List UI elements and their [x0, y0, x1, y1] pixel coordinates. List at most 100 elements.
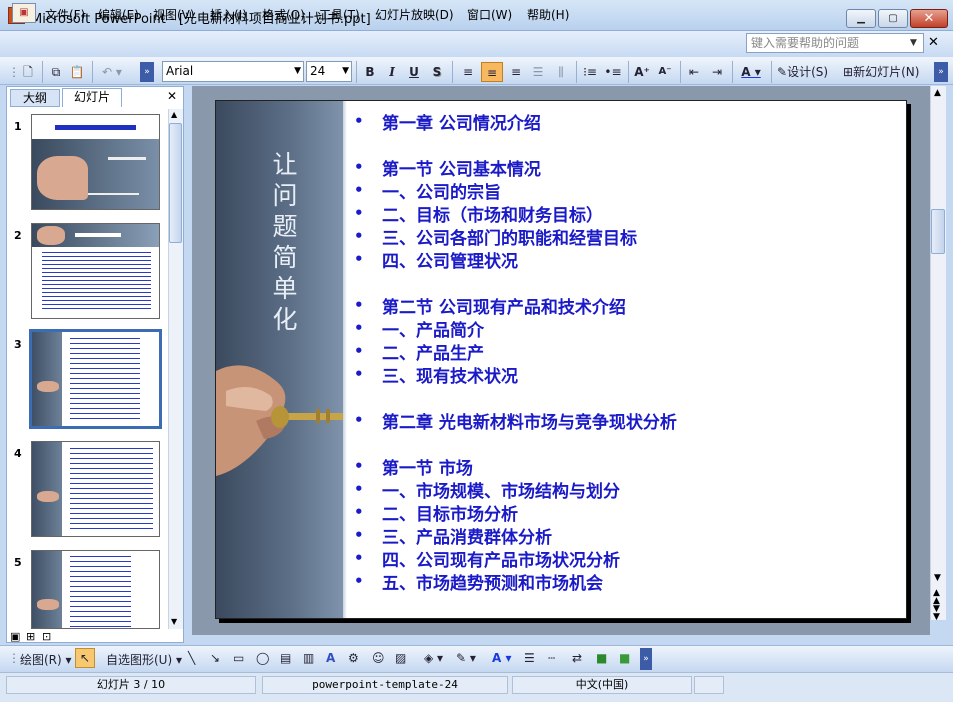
menu-window[interactable]: 窗口(W): [467, 6, 512, 23]
slide-bullet-text[interactable]: 二、目标市场分析: [382, 500, 518, 525]
fill-color-icon[interactable]: ◈ ▾: [424, 651, 443, 665]
scroll-up-icon[interactable]: ▲: [171, 110, 177, 119]
slide-bullet-text[interactable]: 第一节 市场: [382, 454, 473, 479]
align-right-icon[interactable]: ≡: [506, 62, 526, 82]
autoshapes-menu[interactable]: 自选图形(U) ▾: [106, 651, 182, 668]
document-icon[interactable]: ▣: [12, 3, 36, 23]
slide-scrollbar[interactable]: [930, 86, 946, 620]
toolbar-options-icon[interactable]: »: [640, 648, 652, 670]
slide-bullet-text[interactable]: 一、公司的宗旨: [382, 178, 501, 203]
toolbar-options-icon[interactable]: »: [140, 62, 154, 82]
picture-icon[interactable]: ▨: [395, 651, 406, 665]
arrow-icon[interactable]: ↘: [210, 651, 220, 665]
increase-indent-icon[interactable]: ⇥: [707, 62, 727, 82]
draw-menu[interactable]: 绘图(R) ▾: [20, 651, 72, 668]
textbox-icon[interactable]: ▤: [280, 651, 291, 665]
toolbar-options-icon[interactable]: »: [934, 62, 948, 82]
menu-tools[interactable]: 工具(T): [319, 6, 360, 23]
panel-close-icon[interactable]: ✕: [167, 89, 177, 103]
tab-slides[interactable]: 幻灯片: [62, 88, 122, 107]
undo-icon[interactable]: ↶ ▾: [97, 62, 127, 82]
line-style-icon[interactable]: ☰: [524, 651, 535, 665]
slide-bullet-text[interactable]: 四、公司现有产品市场状况分析: [382, 546, 620, 571]
slide-bullet-text[interactable]: 三、公司各部门的职能和经营目标: [382, 224, 637, 249]
justify-icon[interactable]: ☰: [528, 62, 548, 82]
line-color-icon[interactable]: ✎ ▾: [456, 651, 476, 665]
3d-style-icon[interactable]: ■: [619, 651, 630, 665]
numbering-icon[interactable]: ⁝≡: [580, 62, 600, 82]
slide-thumbnail-5[interactable]: [31, 550, 160, 629]
dash-style-icon[interactable]: ┄: [548, 651, 555, 665]
toolbar-grip-icon[interactable]: ⋮: [8, 651, 20, 665]
clipart-icon[interactable]: ☺: [372, 651, 385, 665]
bold-button[interactable]: B: [361, 62, 379, 82]
design-button[interactable]: ✎设计(S): [777, 62, 839, 82]
maximize-button[interactable]: ▢: [878, 9, 908, 28]
sorter-view-icon[interactable]: ⊞: [26, 630, 35, 643]
help-dropdown-icon[interactable]: ▼: [910, 38, 917, 48]
italic-button[interactable]: I: [383, 62, 401, 82]
align-left-icon[interactable]: ≡: [458, 62, 478, 82]
rectangle-icon[interactable]: ▭: [233, 651, 244, 665]
previous-slide-icon[interactable]: ▲ ▲: [933, 589, 940, 606]
panel-scroll-thumb[interactable]: [169, 123, 182, 243]
new-document-icon[interactable]: 🗋: [19, 62, 37, 82]
menu-view[interactable]: 视图(V): [153, 6, 195, 23]
oval-icon[interactable]: ◯: [256, 651, 269, 665]
scroll-up-icon[interactable]: ▲: [934, 88, 941, 98]
menu-edit[interactable]: 编辑(E): [98, 6, 139, 23]
slide-bullet-text[interactable]: 第一节 公司基本情况: [382, 155, 541, 180]
line-icon[interactable]: ╲: [188, 651, 195, 665]
slide-thumbnail-3[interactable]: [29, 329, 162, 429]
select-pointer-icon[interactable]: ↖: [75, 648, 95, 668]
decrease-font-icon[interactable]: A⁻: [655, 62, 675, 82]
slide-bullet-text[interactable]: 三、产品消费群体分析: [382, 523, 552, 548]
slide-bullet-text[interactable]: 五、市场趋势预测和市场机会: [382, 569, 603, 594]
current-slide[interactable]: 让 问 题 简 单 化 • 第一章 公司情况介绍 • 第一节 公司基本情况 • 一、公…: [215, 100, 907, 619]
scroll-down-icon[interactable]: ▼: [171, 617, 177, 626]
align-center-icon[interactable]: ≡: [481, 62, 503, 82]
normal-view-icon[interactable]: ▣: [10, 630, 20, 643]
new-slide-button[interactable]: ⊞新幻灯片(N): [843, 62, 931, 82]
font-color-draw-icon[interactable]: A ▾: [492, 651, 512, 665]
close-button[interactable]: ✕: [910, 9, 948, 28]
menu-insert[interactable]: 插入(I): [210, 6, 247, 23]
copy-icon[interactable]: ⧉: [47, 62, 65, 82]
font-size-select[interactable]: 24 ▼: [306, 61, 352, 82]
paste-icon[interactable]: 📋: [68, 62, 86, 82]
arrow-style-icon[interactable]: ⇄: [572, 651, 582, 665]
font-color-icon[interactable]: A ▾: [736, 62, 766, 82]
shadow-button[interactable]: S: [428, 62, 446, 82]
slide-bullet-text[interactable]: 二、产品生产: [382, 339, 484, 364]
slide-bullet-text[interactable]: 三、现有技术状况: [382, 362, 518, 387]
menu-help[interactable]: 帮助(H): [527, 6, 569, 23]
slide-bullet-text[interactable]: 一、市场规模、市场结构与划分: [382, 477, 620, 502]
diagram-icon[interactable]: ⚙: [348, 651, 359, 665]
slide-bullet-text[interactable]: 一、产品简介: [382, 316, 484, 341]
help-search-input[interactable]: 键入需要帮助的问题: [746, 33, 924, 53]
scroll-down-icon[interactable]: ▼: [934, 573, 941, 583]
slide-bullet-text[interactable]: 二、目标（市场和财务目标）: [382, 201, 603, 226]
slideshow-view-icon[interactable]: ⊡: [42, 630, 51, 643]
tab-outline[interactable]: 大纲: [10, 89, 60, 107]
text-direction-icon[interactable]: ⫼: [551, 62, 571, 82]
underline-button[interactable]: U: [405, 62, 423, 82]
menu-slideshow[interactable]: 幻灯片放映(D): [375, 6, 454, 23]
slide-thumbnail-4[interactable]: [31, 441, 160, 537]
menu-format[interactable]: 格式(O): [262, 6, 305, 23]
shadow-style-icon[interactable]: ■: [596, 651, 607, 665]
bullets-icon[interactable]: •≡: [603, 62, 623, 82]
document-close-icon[interactable]: ✕: [928, 35, 939, 50]
wordart-icon[interactable]: A: [326, 651, 335, 665]
minimize-button[interactable]: ▁: [846, 9, 876, 28]
slide-scroll-thumb[interactable]: [931, 209, 945, 254]
slide-bullet-text[interactable]: 第二节 公司现有产品和技术介绍: [382, 293, 626, 318]
font-name-select[interactable]: Arial ▼: [162, 61, 304, 82]
slide-thumbnail-2[interactable]: [31, 223, 160, 319]
slide-bullet-text[interactable]: 四、公司管理状况: [382, 247, 518, 272]
menu-file[interactable]: 文件(F): [45, 6, 85, 23]
slide-thumbnail-1[interactable]: [31, 114, 160, 210]
slide-bullet-text[interactable]: 第二章 光电新材料市场与竞争现状分析: [382, 408, 677, 433]
increase-font-icon[interactable]: A⁺: [632, 62, 652, 82]
toolbar-grip-icon[interactable]: ⋮: [8, 62, 20, 82]
